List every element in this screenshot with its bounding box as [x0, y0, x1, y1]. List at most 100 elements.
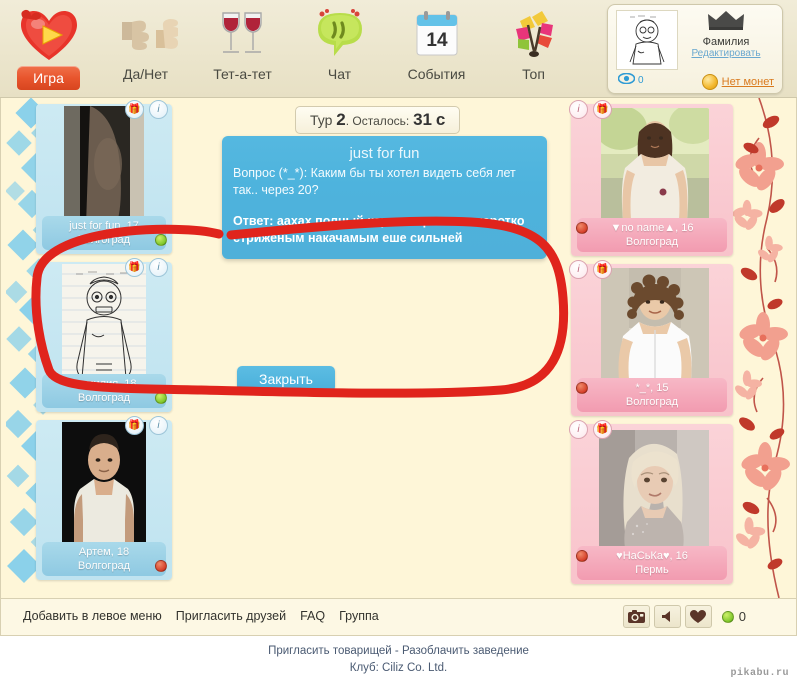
gift-icon[interactable]: 🎁: [593, 420, 612, 439]
heart-icon[interactable]: [684, 605, 712, 628]
young-man-photo: [62, 422, 146, 550]
flowers-bouquet-icon: [502, 6, 566, 64]
calendar-day-number: 14: [426, 30, 448, 51]
dialog-title: just for fun: [349, 145, 420, 162]
gift-icon[interactable]: 🎁: [593, 100, 612, 119]
green-dot-icon: [721, 610, 734, 623]
list-item-name: Артем, 18: [78, 546, 130, 558]
list-item-name: *_*, 15: [635, 382, 669, 394]
eye-icon: [617, 71, 636, 89]
info-icon[interactable]: i: [569, 420, 588, 439]
gift-icon[interactable]: 🎁: [125, 416, 144, 435]
game-center-area: Тур 2. Осталось: 31 с just for fun Вопро…: [210, 98, 567, 598]
profile-panel: Фамилия Редактировать 0 Нет монет: [607, 4, 783, 94]
list-item[interactable]: i 🎁 ▼no name▲, 16 Волгоград: [569, 100, 733, 256]
speaker-icon[interactable]: [653, 605, 681, 628]
nav-label-game: Игра: [17, 66, 80, 90]
nav-label-yesno: Да/Нет: [122, 66, 168, 82]
list-item-city: Волгоград: [77, 560, 131, 572]
status-badge: [576, 222, 588, 234]
curly-girl-photo: [601, 268, 709, 380]
left-user-column: 🎁 i just for fun, 17 Волгоград 🎁 i Фамил…: [2, 98, 210, 598]
timer-round-prefix: Тур: [310, 112, 333, 128]
pink-floral-decoration: [729, 98, 793, 598]
nav-label-top: Топ: [522, 66, 545, 82]
calendar-icon: 14: [407, 6, 467, 64]
list-item[interactable]: i 🎁 ♥НаСьКа♥, 16 Пермь: [569, 420, 733, 584]
dialog-answer: Ответ: аахах полный карман презиков коро…: [233, 214, 525, 245]
list-item[interactable]: i 🎁 *_*, 15 Волгоград: [569, 260, 733, 416]
nav-item-events[interactable]: 14 События: [388, 0, 485, 98]
timer-remaining-label: . Осталось:: [345, 114, 410, 128]
wine-glasses-icon: [211, 6, 275, 64]
nav-item-game[interactable]: Игра: [0, 0, 97, 98]
nav-label-tete-a-tete: Тет-а-тет: [213, 66, 272, 82]
info-icon[interactable]: i: [149, 258, 168, 277]
app-window: Игра Да/Нет Тет-а-тет Чат 14 События Топ…: [0, 0, 797, 691]
coin-icon: [701, 74, 718, 90]
profile-coins[interactable]: Нет монет: [701, 74, 774, 90]
footer-link-invite-friends[interactable]: Пригласить друзей: [176, 609, 286, 623]
nav-item-top[interactable]: Топ: [485, 0, 582, 98]
user-drawing-avatar[interactable]: [616, 10, 678, 70]
gift-icon[interactable]: 🎁: [593, 260, 612, 279]
right-user-column: i 🎁 ▼no name▲, 16 Волгоград i 🎁 *_*, 15 …: [565, 98, 795, 598]
profile-name: Фамилия: [702, 36, 750, 48]
timer-remaining-unit: с: [435, 110, 446, 129]
status-badge: [155, 234, 167, 246]
blonde-girl-photo: [599, 430, 709, 548]
list-item-label: *_*, 15 Волгоград: [577, 378, 727, 412]
profile-info: Фамилия Редактировать: [676, 9, 776, 59]
girl-outdoors-photo: [601, 108, 709, 220]
timer-round-number: 2: [336, 110, 346, 129]
list-item-name: Фамилия, 18: [71, 378, 137, 390]
list-item-label: just for fun, 17 Волгоград: [42, 216, 166, 250]
info-icon[interactable]: i: [569, 100, 588, 119]
info-icon[interactable]: i: [149, 100, 168, 119]
gift-icon[interactable]: 🎁: [125, 258, 144, 277]
nav-item-yesno[interactable]: Да/Нет: [97, 0, 194, 98]
list-item-name: ♥НаСьКа♥, 16: [616, 550, 688, 562]
list-item-label: ▼no name▲, 16 Волгоград: [577, 218, 727, 252]
footer-link-faq[interactable]: FAQ: [300, 609, 325, 623]
nav-item-tete-a-tete[interactable]: Тет-а-тет: [194, 0, 291, 98]
list-item[interactable]: 🎁 i Фамилия, 18 Волгоград: [36, 258, 172, 412]
list-item-city: Волгоград: [77, 234, 131, 246]
info-icon[interactable]: i: [149, 416, 168, 435]
question-dialog: just for fun Вопрос (*_*): Каким бы ты х…: [222, 136, 547, 259]
crown-icon: [676, 9, 776, 35]
profile-edit-link[interactable]: Редактировать: [676, 48, 776, 59]
footer-link-group[interactable]: Группа: [339, 609, 379, 623]
nav-item-chat[interactable]: Чат: [291, 0, 388, 98]
list-item[interactable]: 🎁 i just for fun, 17 Волгоград: [36, 100, 172, 254]
list-item-name: just for fun, 17: [69, 220, 139, 232]
dialog-question: Вопрос (*_*): Каким бы ты хотел видеть с…: [233, 166, 516, 197]
bottom-tagline[interactable]: Пригласить товарищей - Разоблачить завед…: [0, 645, 797, 657]
online-count: 0: [738, 609, 746, 624]
watermark: pikabu.ru: [730, 668, 789, 679]
coins-label[interactable]: Нет монет: [722, 76, 774, 88]
list-item-name: ▼no name▲, 16: [610, 222, 694, 234]
list-item-city: Волгоград: [77, 392, 131, 404]
list-item-city: Пермь: [635, 564, 669, 576]
nav-label-events: События: [407, 66, 466, 82]
man-torso-photo: [64, 106, 144, 226]
footer-link-add-to-menu[interactable]: Добавить в левое меню: [23, 609, 162, 623]
status-badge: [576, 550, 588, 562]
list-item[interactable]: 🎁 i Артем, 18 Волгоград: [36, 416, 172, 580]
list-item-label: Фамилия, 18 Волгоград: [42, 374, 166, 408]
camera-icon[interactable]: [622, 605, 650, 628]
close-button[interactable]: Закрыть: [237, 366, 335, 392]
header-bar: Игра Да/Нет Тет-а-тет Чат 14 События Топ…: [0, 0, 797, 98]
hand-drawing-photo: [62, 264, 146, 384]
footer-tools: 0: [622, 605, 746, 628]
gift-icon[interactable]: 🎁: [125, 100, 144, 119]
heart-play-icon: [18, 6, 80, 64]
list-item-label: ♥НаСьКа♥, 16 Пермь: [577, 546, 727, 580]
info-icon[interactable]: i: [569, 260, 588, 279]
profile-views: 0: [617, 71, 644, 89]
main-navigation: Игра Да/Нет Тет-а-тет Чат 14 События Топ: [0, 0, 582, 98]
nav-label-chat: Чат: [327, 66, 352, 82]
speech-bubble-icon: [308, 6, 372, 64]
list-item-city: Волгоград: [625, 236, 679, 248]
